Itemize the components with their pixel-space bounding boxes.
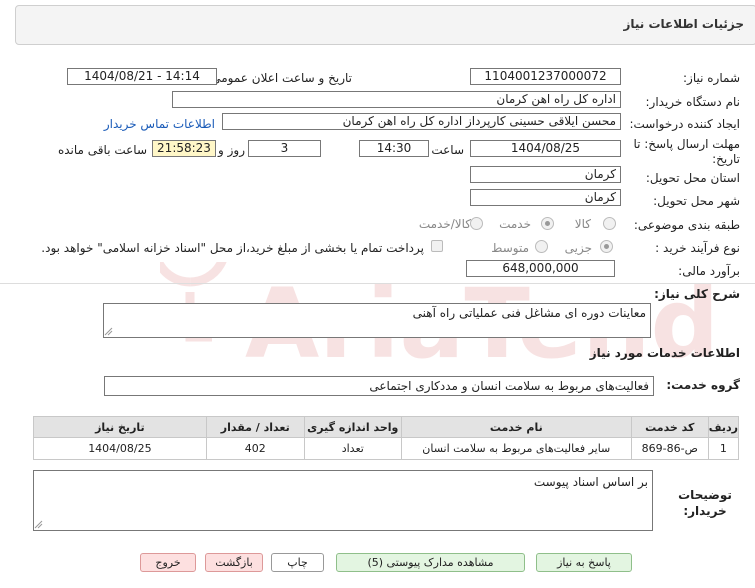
description-textarea[interactable]: معاینات دوره ای مشاغل فنی عملیاتی راه آه… <box>103 303 651 338</box>
city-field: کرمان <box>470 189 621 206</box>
budget-field: 648,000,000 <box>466 260 615 277</box>
service-group-field: فعالیت‌های مربوط به سلامت انسان و مددکار… <box>104 376 654 396</box>
deadline-label: مهلت ارسال پاسخ: تا تاریخ: <box>633 137 740 166</box>
buyer-org-field: اداره کل راه اهن کرمان <box>172 91 621 108</box>
services-table: ردیف کد خدمت نام خدمت واحد اندازه گیری ت… <box>33 416 740 460</box>
budget-label: برآورد مالی: <box>678 264 740 278</box>
print-button[interactable]: چاپ <box>271 553 324 572</box>
remaining-time-label: ساعت باقی مانده <box>57 143 147 157</box>
back-button[interactable]: بازگشت <box>205 553 263 572</box>
buyer-notes-label: توضیحات خریدار: <box>678 488 732 518</box>
process-option-medium-label: متوسط <box>491 241 529 255</box>
deadline-time-field: 14:30 <box>359 140 429 157</box>
category-option-goods-label: کالا <box>574 217 591 231</box>
announce-date-label: تاریخ و ساعت اعلان عمومی: <box>207 71 352 85</box>
page-title: جزئیات اطلاعات نیاز <box>623 17 744 31</box>
deadline-date-field: 1404/08/25 <box>470 140 621 157</box>
col-header-row-number: ردیف <box>707 416 740 438</box>
creator-field: محسن ایلاقی حسینی کارپرداز اداره کل راه … <box>222 113 621 130</box>
resize-handle-icon[interactable] <box>34 520 43 529</box>
treasury-checkbox[interactable] <box>431 240 443 252</box>
table-row: 1 ص-86-869 سایر فعالیت‌های مربوط به سلام… <box>33 437 740 460</box>
exit-button[interactable]: خروج <box>140 553 196 572</box>
category-option-both-label: کالا/خدمت <box>418 217 471 231</box>
service-group-label: گروه خدمت: <box>666 378 740 392</box>
buyer-contact-link[interactable]: اطلاعات تماس خریدار <box>104 117 215 131</box>
creator-label: ایجاد کننده درخواست: <box>629 117 740 131</box>
col-header-service-name: نام خدمت <box>400 416 632 438</box>
col-header-quantity: تعداد / مقدار <box>205 416 305 438</box>
category-option-service-label: خدمت <box>499 217 531 231</box>
announce-date-field: 1404/08/21 - 14:14 <box>67 68 217 85</box>
cell-service-name: سایر فعالیت‌های مربوط به سلامت انسان <box>400 437 632 460</box>
treasury-note: پرداخت تمام یا بخشی از مبلغ خرید،از محل … <box>41 241 424 255</box>
cell-quantity: 402 <box>205 437 305 460</box>
description-label: شرح کلی نیاز: <box>654 287 740 301</box>
reply-button[interactable]: پاسخ به نیاز <box>536 553 632 572</box>
col-header-need-date: تاریخ نیاز <box>33 416 207 438</box>
process-type-label: نوع فرآیند خرید : <box>655 241 740 255</box>
services-section-title: اطلاعات خدمات مورد نیاز <box>589 346 740 360</box>
need-number-label: شماره نیاز: <box>683 71 740 85</box>
buyer-notes-textarea[interactable]: بر اساس اسناد پیوست <box>33 470 653 531</box>
days-label: روز و <box>218 143 245 157</box>
view-documents-button[interactable]: مشاهده مدارک پیوستی (5) <box>336 553 525 572</box>
need-number-field: 1104001237000072 <box>470 68 621 85</box>
buyer-org-label: نام دستگاه خریدار: <box>645 95 741 109</box>
province-field: کرمان <box>470 166 621 183</box>
province-label: استان محل تحویل: <box>645 171 740 185</box>
col-header-service-code: کد خدمت <box>630 416 709 438</box>
divider <box>0 283 755 284</box>
process-option-medium-radio[interactable] <box>535 240 548 253</box>
category-label: طبقه بندی موضوعی: <box>633 218 740 232</box>
cell-row-number: 1 <box>707 437 740 460</box>
process-option-minor-label: جزیی <box>564 241 592 255</box>
resize-handle-icon[interactable] <box>104 327 113 336</box>
cell-service-code: ص-86-869 <box>630 437 709 460</box>
days-remaining-field: 3 <box>248 140 321 157</box>
category-option-both-radio[interactable] <box>470 217 483 230</box>
category-option-service-radio[interactable] <box>541 217 554 230</box>
deadline-time-label: ساعت <box>431 143 464 157</box>
table-header-row: ردیف کد خدمت نام خدمت واحد اندازه گیری ت… <box>33 416 740 438</box>
city-label: شهر محل تحویل: <box>653 194 740 208</box>
remaining-time-field: 21:58:23 <box>152 140 216 157</box>
col-header-unit: واحد اندازه گیری <box>303 416 402 438</box>
cell-unit: تعداد <box>303 437 402 460</box>
category-option-goods-radio[interactable] <box>603 217 616 230</box>
cell-need-date: 1404/08/25 <box>33 437 207 460</box>
process-option-minor-radio[interactable] <box>600 240 613 253</box>
page-header: جزئیات اطلاعات نیاز <box>15 5 755 45</box>
